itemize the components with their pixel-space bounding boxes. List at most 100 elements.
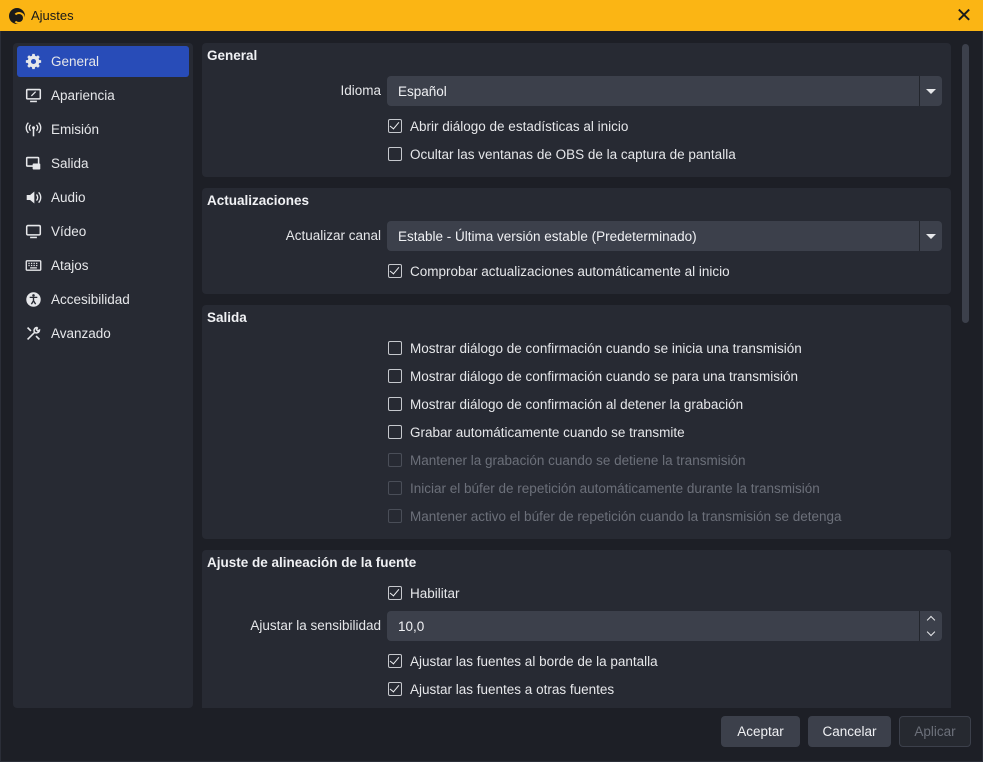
sidebar-item-stream[interactable]: Emisión (17, 114, 189, 145)
checkbox-label: Mantener la grabación cuando se detiene … (410, 452, 746, 468)
checkbox-confirm-stop-stream[interactable]: Mostrar diálogo de confirmación cuando s… (388, 366, 798, 386)
checkbox-label: Mostrar diálogo de confirmación cuando s… (410, 340, 802, 356)
checkbox-icon[interactable] (388, 341, 402, 355)
settings-window: General Apariencia Emisión Salida Audio (0, 31, 983, 762)
cancel-button[interactable]: Cancelar (808, 716, 891, 747)
settings-sidebar: General Apariencia Emisión Salida Audio (13, 43, 193, 708)
checkbox-label: Iniciar el búfer de repetición automátic… (410, 480, 820, 496)
group-title: Salida (207, 310, 247, 325)
sidebar-item-label: Emisión (51, 122, 100, 137)
group-title: Ajuste de alineación de la fuente (207, 555, 417, 570)
output-icon (24, 155, 42, 173)
checkbox-confirm-start-stream[interactable]: Mostrar diálogo de confirmación cuando s… (388, 338, 802, 358)
content-scrollbar[interactable] (958, 43, 972, 708)
checkbox-keep-recording: Mantener la grabación cuando se detiene … (388, 450, 745, 470)
checkbox-icon[interactable] (388, 147, 402, 161)
checkbox-icon (388, 453, 402, 467)
language-value: Español (398, 83, 447, 99)
checkbox-hide-obs-capture[interactable]: Ocultar las ventanas de OBS de la captur… (388, 144, 736, 164)
sidebar-item-label: Accesibilidad (51, 292, 130, 307)
sidebar-item-audio[interactable]: Audio (17, 182, 189, 213)
sidebar-item-label: Salida (51, 156, 89, 171)
group-title: General (207, 48, 258, 63)
group-updates: Actualizaciones Actualizar canal Estable… (202, 188, 951, 294)
broadcast-icon (24, 121, 42, 139)
sidebar-item-appearance[interactable]: Apariencia (17, 80, 189, 111)
checkbox-auto-update-check[interactable]: Comprobar actualizaciones automáticament… (388, 261, 730, 281)
checkbox-icon[interactable] (388, 654, 402, 668)
sensitivity-value: 10,0 (398, 618, 425, 634)
sidebar-item-label: Avanzado (51, 326, 111, 341)
checkbox-label: Mostrar diálogo de confirmación al deten… (410, 396, 744, 412)
checkbox-snap-other-sources[interactable]: Ajustar las fuentes a otras fuentes (388, 679, 614, 699)
obs-logo-icon (9, 7, 25, 24)
checkbox-icon[interactable] (388, 397, 402, 411)
group-output: Salida Mostrar diálogo de confirmación c… (202, 305, 951, 539)
sensitivity-label: Ajustar la sensibilidad (250, 618, 381, 633)
sidebar-item-video[interactable]: Vídeo (17, 216, 189, 247)
sidebar-item-accessibility[interactable]: Accesibilidad (17, 284, 189, 315)
checkbox-enable-snapping[interactable]: Habilitar (388, 583, 460, 603)
sidebar-item-general[interactable]: General (17, 46, 189, 77)
sidebar-item-hotkeys[interactable]: Atajos (17, 250, 189, 281)
checkbox-stats-dialog[interactable]: Abrir diálogo de estadísticas al inicio (388, 116, 628, 136)
spin-buttons (919, 611, 942, 641)
checkbox-label: Grabar automáticamente cuando se transmi… (410, 424, 685, 440)
checkbox-replay-buffer-auto: Iniciar el búfer de repetición automátic… (388, 478, 820, 498)
checkbox-icon[interactable] (388, 264, 402, 278)
checkbox-confirm-stop-recording[interactable]: Mostrar diálogo de confirmación al deten… (388, 394, 743, 414)
keyboard-icon (24, 257, 42, 275)
language-select[interactable]: Español (387, 76, 942, 106)
sidebar-item-label: General (51, 54, 100, 69)
title-bar: Ajustes ✕ (0, 0, 983, 31)
checkbox-label: Ocultar las ventanas de OBS de la captur… (410, 146, 736, 162)
tools-icon (24, 325, 42, 343)
sidebar-item-label: Audio (51, 190, 86, 205)
checkbox-auto-record[interactable]: Grabar automáticamente cuando se transmi… (388, 422, 685, 442)
monitor-icon (24, 223, 42, 241)
checkbox-label: Mantener activo el búfer de repetición c… (410, 508, 842, 524)
checkbox-icon (388, 481, 402, 495)
apply-button: Aplicar (899, 716, 971, 747)
sidebar-item-advanced[interactable]: Avanzado (17, 318, 189, 349)
checkbox-icon[interactable] (388, 425, 402, 439)
accept-button[interactable]: Aceptar (721, 716, 800, 747)
update-channel-select[interactable]: Estable - Última versión estable (Predet… (387, 221, 942, 251)
chevron-down-icon[interactable] (919, 76, 942, 106)
checkbox-icon[interactable] (388, 682, 402, 696)
group-general: General Idioma Español Abrir diálogo de … (202, 43, 951, 177)
checkbox-label: Ajustar las fuentes al borde de la panta… (410, 653, 658, 669)
checkbox-snap-screen-edge[interactable]: Ajustar las fuentes al borde de la panta… (388, 651, 658, 671)
sensitivity-spinbox[interactable]: 10,0 (387, 611, 942, 641)
checkbox-icon[interactable] (388, 586, 402, 600)
checkbox-label: Abrir diálogo de estadísticas al inicio (410, 118, 629, 134)
sidebar-item-label: Apariencia (51, 88, 115, 103)
speaker-icon (24, 189, 42, 207)
update-channel-label: Actualizar canal (285, 228, 381, 243)
accessibility-icon (24, 291, 42, 309)
gear-icon (24, 53, 42, 71)
update-channel-value: Estable - Última versión estable (Predet… (398, 228, 697, 244)
checkbox-label: Mostrar diálogo de confirmación cuando s… (410, 368, 798, 384)
checkbox-icon (388, 509, 402, 523)
checkbox-icon[interactable] (388, 119, 402, 133)
checkbox-icon[interactable] (388, 369, 402, 383)
chevron-up-icon[interactable] (920, 611, 942, 626)
checkbox-keep-replay-buffer: Mantener activo el búfer de repetición c… (388, 506, 842, 526)
scrollbar-thumb[interactable] (962, 44, 969, 323)
sidebar-item-output[interactable]: Salida (17, 148, 189, 179)
appearance-icon (24, 87, 42, 105)
window-title: Ajustes (31, 8, 74, 23)
checkbox-label: Ajustar las fuentes a otras fuentes (410, 681, 615, 697)
group-source-snapping: Ajuste de alineación de la fuente Habili… (202, 550, 951, 708)
close-icon[interactable]: ✕ (951, 3, 977, 28)
checkbox-label: Habilitar (410, 585, 460, 601)
sidebar-item-label: Atajos (51, 258, 89, 273)
language-label: Idioma (340, 83, 381, 98)
sidebar-item-label: Vídeo (51, 224, 87, 239)
settings-content: General Idioma Español Abrir diálogo de … (202, 43, 952, 708)
checkbox-label: Comprobar actualizaciones automáticament… (410, 263, 730, 279)
chevron-down-icon[interactable] (919, 221, 942, 251)
chevron-down-icon[interactable] (920, 626, 942, 641)
group-title: Actualizaciones (207, 193, 310, 208)
